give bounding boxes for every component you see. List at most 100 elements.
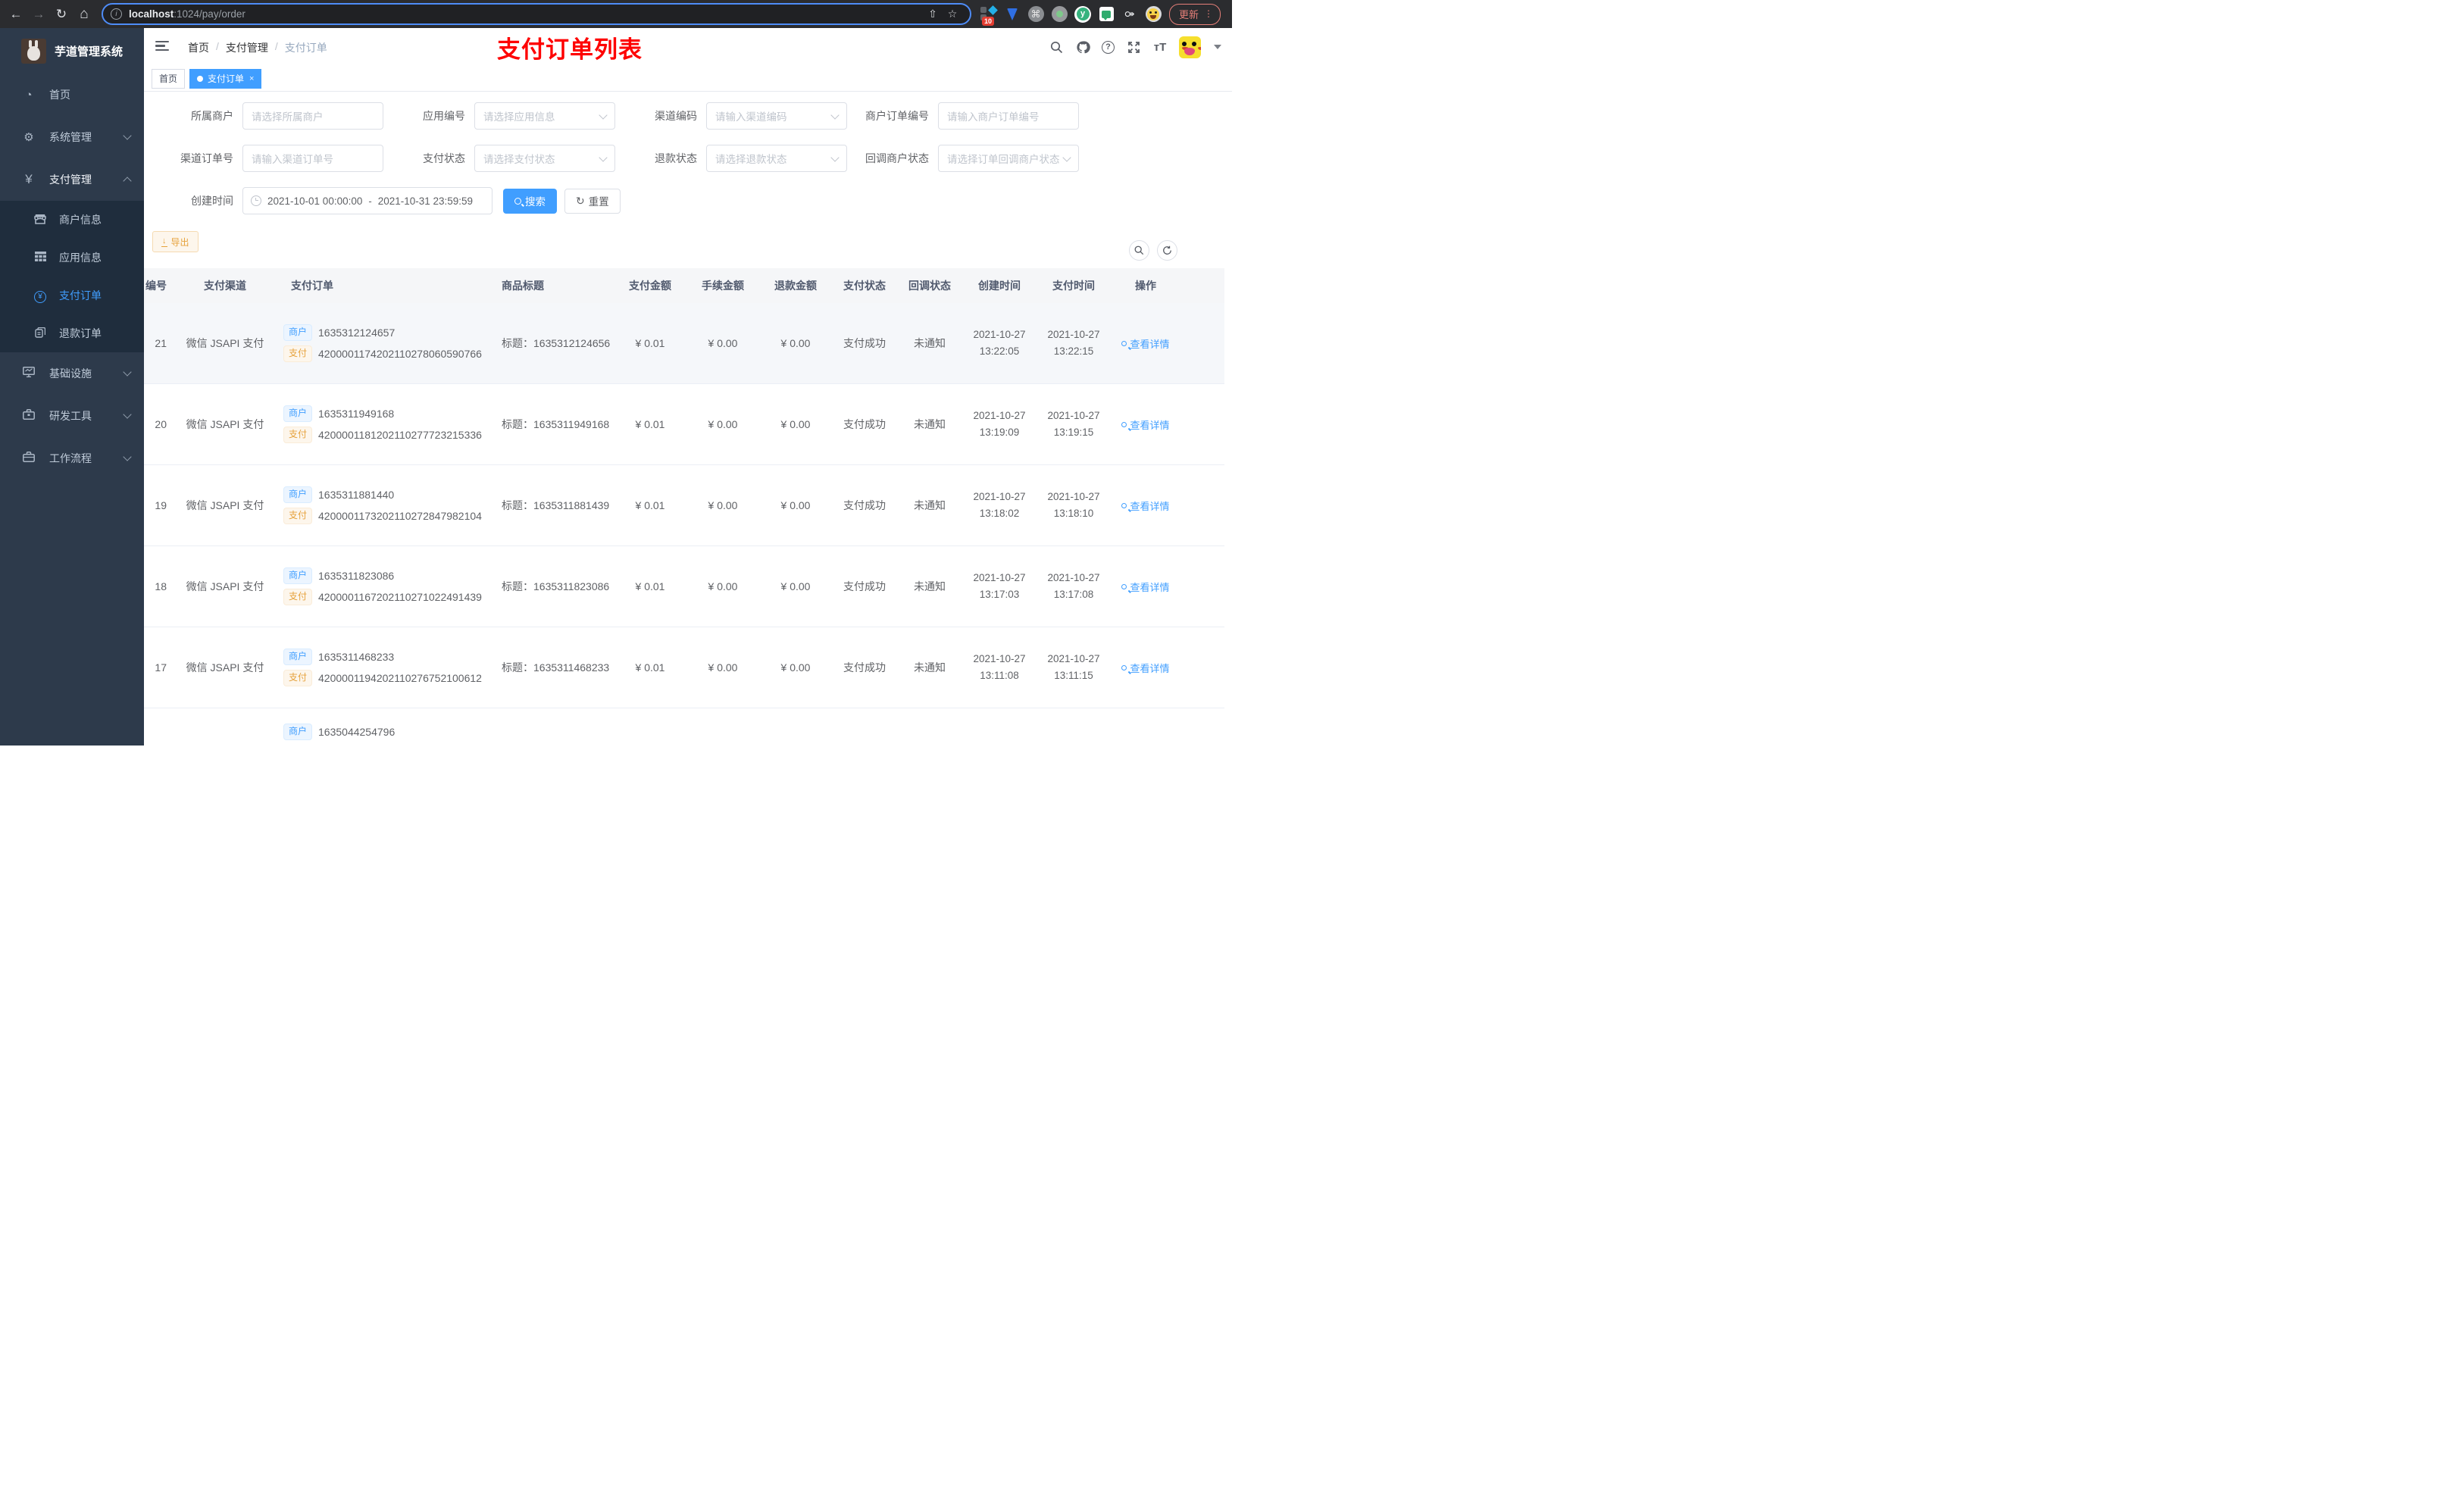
- app-logo-row[interactable]: 芋道管理系统: [0, 28, 144, 73]
- create-time-range-picker[interactable]: 2021-10-01 00:00:00 - 2021-10-31 23:59:5…: [242, 187, 492, 214]
- merchant-tag: 商户: [283, 567, 313, 584]
- search-button[interactable]: 搜索: [503, 188, 557, 214]
- sidebar-item-devtools[interactable]: 研发工具: [0, 395, 144, 437]
- view-detail-link[interactable]: 查看详情: [1121, 661, 1170, 675]
- chevron-down-icon: [123, 367, 132, 377]
- avatar-dropdown-caret-icon[interactable]: [1214, 45, 1221, 49]
- browser-update-button[interactable]: 更新 ⋮: [1169, 3, 1221, 25]
- table-row-partial[interactable]: 商户 1635044254796: [144, 708, 1224, 740]
- chevron-down-icon: [830, 110, 840, 120]
- sidebar-item-pay[interactable]: ¥ 支付管理: [0, 158, 144, 201]
- goods-title: 1635311468233: [533, 661, 610, 674]
- sidebar-item-pay-order[interactable]: ¥ 支付订单: [0, 277, 144, 314]
- user-avatar[interactable]: [1179, 36, 1201, 58]
- extension-recorder-icon[interactable]: [1051, 6, 1068, 23]
- pay-submenu: 商户信息 应用信息 ¥ 支付订单 退款订单: [0, 201, 144, 352]
- fullscreen-icon[interactable]: [1126, 39, 1141, 55]
- circled-yen-icon: ¥: [33, 289, 47, 303]
- orders-table: 编号 支付渠道 支付订单 商品标题 支付金额 手续金额 退款金额 支付状态 回调…: [144, 268, 1232, 740]
- collapse-sidebar-icon[interactable]: [155, 41, 169, 53]
- merchant-tag: 商户: [283, 405, 313, 422]
- sidebar-item-home[interactable]: ◔ 首页: [0, 73, 144, 116]
- channel-order-no-input[interactable]: 请输入渠道订单号: [242, 145, 383, 172]
- refresh-table-icon[interactable]: [1157, 240, 1177, 261]
- url-host: localhost: [129, 8, 174, 20]
- table-row[interactable]: 17 微信 JSAPI 支付 商户 1635311468233 支付 4200001…: [144, 627, 1224, 708]
- site-info-icon[interactable]: i: [111, 8, 122, 20]
- chevron-down-icon: [830, 152, 840, 162]
- table-row[interactable]: 19 微信 JSAPI 支付 商户 1635311881440 支付 4200001…: [144, 465, 1224, 546]
- github-icon[interactable]: [1075, 39, 1090, 55]
- pay-tag: 支付: [283, 670, 313, 686]
- browser-forward-icon[interactable]: →: [27, 7, 50, 22]
- browser-back-icon[interactable]: ←: [5, 7, 27, 22]
- hide-search-icon[interactable]: [1129, 240, 1149, 261]
- navbar-actions: ? тT: [1049, 28, 1221, 66]
- chevron-down-icon: [123, 410, 132, 419]
- extension-kite-icon[interactable]: [1004, 6, 1021, 23]
- sidebar-item-infra[interactable]: 基础设施: [0, 352, 144, 395]
- sidebar-item-merchant-info[interactable]: 商户信息: [0, 201, 144, 239]
- table-row[interactable]: 21 微信 JSAPI 支付 商户 1635312124657 支付 4200001…: [144, 303, 1224, 384]
- table-row[interactable]: 18 微信 JSAPI 支付 商户 1635311823086 支付 4200001…: [144, 546, 1224, 627]
- close-tag-icon[interactable]: ×: [249, 74, 254, 83]
- clock-icon: [251, 195, 261, 206]
- extensions-area: 10 ⌘ y ⚩: [980, 5, 1162, 26]
- bookmark-star-icon[interactable]: ☆: [943, 8, 962, 20]
- address-bar[interactable]: i localhost:1024/pay/order ⇧ ☆: [102, 3, 971, 25]
- profile-emoji-avatar[interactable]: [1145, 6, 1162, 23]
- toolbox-icon: [22, 409, 36, 423]
- table-row[interactable]: 20 微信 JSAPI 支付 商户 1635311949168 支付 4200001…: [144, 384, 1224, 465]
- merchant-tag: 商户: [283, 649, 313, 665]
- refund-status-select[interactable]: 请选择退款状态: [706, 145, 847, 172]
- sidebar-item-app-info[interactable]: 应用信息: [0, 239, 144, 277]
- reset-button[interactable]: ↻ 重置: [564, 188, 621, 214]
- browser-home-icon[interactable]: ⌂: [73, 6, 95, 23]
- channel-code-select[interactable]: 请输入渠道编码: [706, 102, 847, 130]
- notify-text: 未通知: [914, 418, 946, 430]
- chevron-down-icon: [599, 110, 608, 120]
- filter-label: 应用编号: [423, 110, 465, 122]
- extensions-puzzle-icon[interactable]: ⚩: [1121, 6, 1138, 23]
- extension-tabs-icon[interactable]: 10: [980, 5, 998, 26]
- view-detail-link[interactable]: 查看详情: [1121, 417, 1170, 432]
- search-icon[interactable]: [1049, 39, 1064, 55]
- breadcrumb-pay[interactable]: 支付管理: [226, 40, 268, 55]
- font-size-icon[interactable]: тT: [1152, 39, 1168, 55]
- sidebar-item-workflow[interactable]: 工作流程: [0, 437, 144, 480]
- sidebar: 芋道管理系统 ◔ 首页 ⚙ 系统管理 ¥ 支付管理 商户信息 应用信息 ¥ 支付…: [0, 28, 144, 746]
- breadcrumb-current: 支付订单: [284, 42, 327, 54]
- extension-command-icon[interactable]: ⌘: [1027, 6, 1044, 23]
- pay-status-select[interactable]: 请选择支付状态: [474, 145, 615, 172]
- sidebar-item-system[interactable]: ⚙ 系统管理: [0, 116, 144, 158]
- pay-tag: 支付: [283, 345, 313, 362]
- browser-menu-dots-icon[interactable]: ⋮: [1204, 8, 1213, 19]
- view-detail-link[interactable]: 查看详情: [1121, 499, 1170, 513]
- sidebar-item-refund-order[interactable]: 退款订单: [0, 314, 144, 352]
- merchant-tag: 商户: [283, 324, 313, 341]
- documents-icon: [33, 327, 47, 340]
- view-detail-link[interactable]: 查看详情: [1121, 336, 1170, 351]
- search-icon: [514, 197, 521, 205]
- breadcrumb-home[interactable]: 首页: [188, 40, 209, 55]
- extension-yuque-icon[interactable]: y: [1074, 5, 1091, 23]
- help-icon[interactable]: ?: [1102, 40, 1115, 54]
- extension-chat-icon[interactable]: [1098, 6, 1115, 23]
- tag-pay-order[interactable]: 支付订单 ×: [189, 68, 262, 89]
- table-tools: [1129, 240, 1177, 261]
- merchant-select[interactable]: 请选择所属商户: [242, 102, 383, 130]
- tag-home[interactable]: 首页: [152, 68, 186, 89]
- url-text[interactable]: localhost:1024/pay/order: [129, 8, 923, 20]
- merchant-order-no-input[interactable]: 请输入商户订单编号: [938, 102, 1079, 130]
- app-select[interactable]: 请选择应用信息: [474, 102, 615, 130]
- magnifier-icon: [1121, 583, 1127, 589]
- export-button[interactable]: ↓ 导出: [152, 231, 199, 252]
- browser-reload-icon[interactable]: ↻: [50, 7, 73, 22]
- filter-row-2: 渠道订单号 请输入渠道订单号 支付状态 请选择支付状态 退款状态 请选择退款状态…: [152, 145, 1232, 172]
- merchant-tag: 商户: [283, 486, 313, 503]
- active-dot-icon: [197, 75, 204, 82]
- goods-title: 1635311823086: [533, 580, 610, 592]
- share-icon[interactable]: ⇧: [923, 8, 943, 20]
- view-detail-link[interactable]: 查看详情: [1121, 580, 1170, 594]
- notify-status-select[interactable]: 请选择订单回调商户状态: [938, 145, 1079, 172]
